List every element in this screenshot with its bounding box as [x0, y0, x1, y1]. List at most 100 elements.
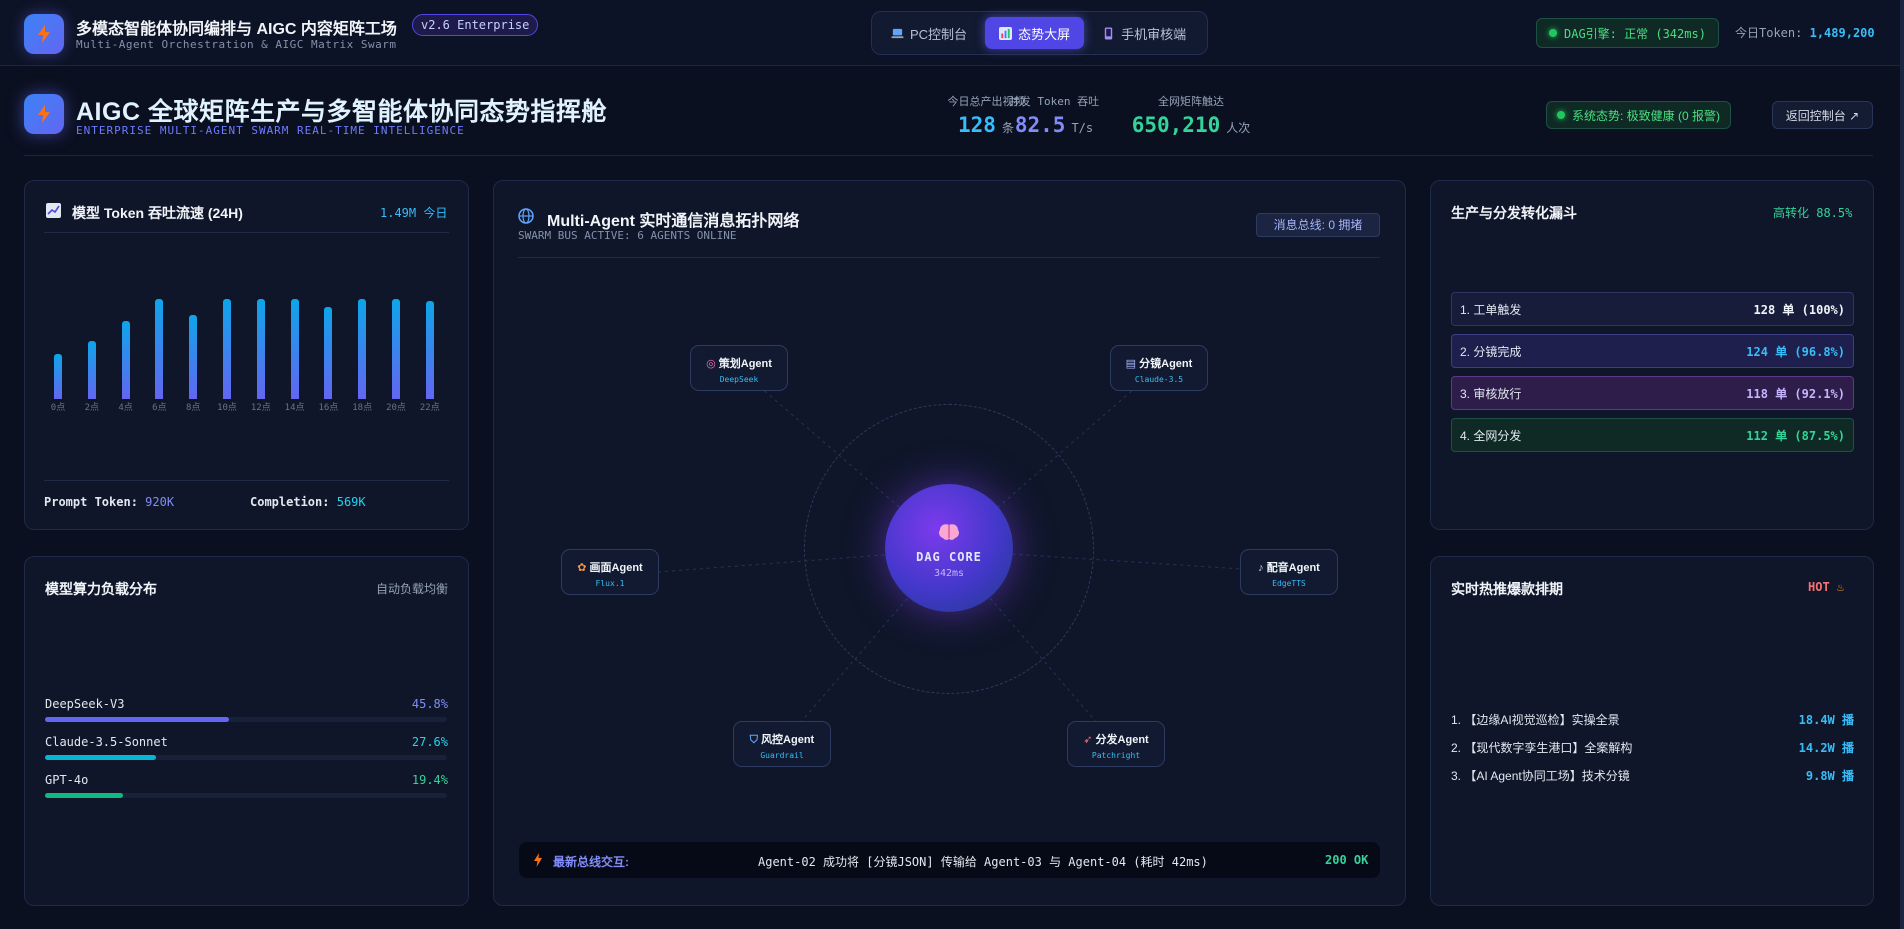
funnel-step-value: 124 单 (96.8%) [1746, 344, 1845, 359]
load-bar-track [45, 755, 447, 760]
chart-bar [121, 321, 130, 399]
chart-bar [392, 299, 400, 399]
completion-token-stat: Completion: 569K [250, 495, 366, 509]
bar-chart-icon [999, 26, 1013, 40]
tab-dashboard[interactable]: 态势大屏 [985, 17, 1085, 49]
chart-x-tick: 8点 [185, 403, 201, 413]
load-bar-track [45, 717, 447, 722]
load-model-pct: 45.8% [411, 697, 448, 711]
chart-x-tick: 0点 [50, 403, 66, 413]
hot-item-plays: 14.2W 播 [1798, 741, 1854, 755]
hot-item-title: 2. 【现代数字孪生港口】全案解构 [1451, 741, 1633, 755]
agent-node-image[interactable]: ✿ 画面Agent Flux.1 [561, 549, 659, 595]
load-model-name: Claude-3.5-Sonnet [45, 735, 168, 749]
chart-x-tick: 4点 [118, 403, 133, 413]
microphone-icon: ♪ [1258, 562, 1264, 574]
chart-bar [425, 301, 434, 399]
tab-label: 手机审核端 [1121, 26, 1187, 42]
agent-name-line: ⛉ 风控Agent [734, 731, 830, 747]
page-scrollbar[interactable] [1900, 0, 1904, 929]
app-title: 多模态智能体协同编排与 AIGC 内容矩阵工场 [76, 21, 397, 38]
header-divider [24, 155, 1873, 156]
funnel-step: 2. 分镜完成 124 单 (96.8%) [1451, 334, 1854, 368]
load-model-pct: 27.6% [411, 735, 448, 749]
agent-name: 分镜Agent [1139, 358, 1193, 370]
dashboard-logo [24, 94, 64, 134]
hot-badge: HOT ♨ [1808, 580, 1844, 594]
back-to-console-button[interactable]: 返回控制台 ↗ [1772, 101, 1873, 129]
dag-core-latency: 342ms [933, 568, 965, 579]
hot-item-plays: 18.4W 播 [1798, 713, 1854, 727]
view-switcher: PC控制台 态势大屏 手机审核端 [871, 11, 1208, 55]
lightning-icon [38, 105, 50, 123]
health-text: 系统态势: 极致健康 (0 报警) [1572, 108, 1721, 123]
app-subtitle: Multi-Agent Orchestration & AIGC Matrix … [76, 38, 397, 51]
agent-node-distribution[interactable]: ➶ 分发Agent Patchright [1067, 721, 1165, 767]
funnel-step-value: 128 单 (100%) [1753, 302, 1845, 317]
load-bar-fill [45, 755, 156, 760]
globe-icon [518, 208, 534, 224]
chart-x-tick: 10点 [217, 403, 237, 413]
agent-node-voice[interactable]: ♪ 配音Agent EdgeTTS [1240, 549, 1338, 595]
agent-name: 配音Agent [1266, 562, 1320, 574]
lightning-icon [534, 853, 542, 867]
agent-node-risk[interactable]: ⛉ 风控Agent Guardrail [733, 721, 831, 767]
kpi-unit: T/s [1071, 121, 1094, 135]
kpi-throughput: 并发 Token 吞吐 82.5 T/s [1006, 93, 1102, 137]
agent-node-planning[interactable]: ◎ 策划Agent DeepSeek [690, 345, 788, 391]
agent-model: Claude-3.5 [1134, 375, 1184, 384]
hot-item[interactable]: 1. 【边缘AI视觉巡检】实操全景 18.4W 播 [1451, 711, 1854, 728]
lightning-icon [38, 25, 50, 43]
hot-item-title: 3. 【AI Agent协同工场】技术分镜 [1451, 769, 1630, 783]
chart-x-tick: 2点 [84, 403, 99, 413]
agent-name: 风控Agent [761, 734, 815, 746]
agent-name-line: ♪ 配音Agent [1241, 559, 1337, 575]
agent-node-storyboard[interactable]: ▤ 分镜Agent Claude-3.5 [1110, 345, 1208, 391]
kpi-value-line: 82.5 T/s [1006, 113, 1102, 137]
panel-meta: 1.49M 今日 [380, 206, 448, 220]
agent-name: 策划Agent [718, 358, 772, 370]
chart-x-tick: 14点 [284, 403, 305, 413]
today-token-label: 今日Token: [1735, 26, 1803, 40]
chart-x-tick: 18点 [352, 403, 373, 413]
chart-x-tick: 20点 [386, 403, 406, 413]
kpi-label: 并发 Token 吞吐 [1008, 95, 1100, 108]
today-token: 今日Token: 1,489,200 [1735, 24, 1875, 41]
panel-meta: 自动负载均衡 [375, 582, 448, 596]
phone-icon [1104, 26, 1113, 40]
kpi-label: 全网矩阵触达 [1158, 96, 1224, 108]
load-bar-fill [45, 717, 230, 722]
load-model-name: GPT-4o [45, 773, 89, 787]
agent-name-line: ◎ 策划Agent [691, 355, 787, 371]
panel-meta: 高转化 88.5% [1773, 206, 1853, 220]
funnel-step: 1. 工单触发 128 单 (100%) [1451, 292, 1854, 326]
hot-item[interactable]: 3. 【AI Agent协同工场】技术分镜 9.8W 播 [1451, 767, 1854, 784]
panel-title: 生产与分发转化漏斗 [1451, 205, 1577, 221]
bus-event-message: Agent-02 成功将 [分镜JSON] 传输给 Agent-03 与 Age… [758, 855, 1208, 869]
chart-x-tick: 22点 [419, 403, 440, 413]
agent-name: 画面Agent [589, 562, 643, 574]
hot-item[interactable]: 2. 【现代数字孪生港口】全案解构 14.2W 播 [1451, 739, 1854, 756]
funnel-step-value: 112 单 (87.5%) [1746, 428, 1845, 443]
target-icon: ◎ [706, 358, 716, 370]
tab-mobile-review[interactable]: 手机审核端 [1088, 17, 1200, 49]
agent-model: EdgeTTS [1272, 579, 1306, 588]
chart-bar [358, 299, 367, 399]
tab-pc-console[interactable]: PC控制台 [877, 17, 981, 49]
agent-name-line: ➶ 分发Agent [1068, 731, 1164, 747]
swarm-bus-status: SWARM BUS ACTIVE: 6 AGENTS ONLINE [518, 229, 737, 242]
chart-icon [46, 203, 61, 218]
kpi-value: 128 [958, 113, 996, 137]
agent-model: Flux.1 [595, 579, 625, 588]
message-bus-badge: 消息总线: 0 拥堵 [1256, 213, 1380, 237]
prompt-token-value: 920K [145, 495, 175, 509]
load-bar-fill [45, 793, 123, 798]
funnel-step-label: 1. 工单触发 [1460, 302, 1522, 317]
tab-label: 态势大屏 [1018, 26, 1071, 42]
funnel-step: 4. 全网分发 112 单 (87.5%) [1451, 418, 1854, 452]
chart-bar [324, 307, 333, 399]
kpi-value-line: 650,210 人次 [1126, 113, 1256, 137]
hot-item-title: 1. 【边缘AI视觉巡检】实操全景 [1451, 713, 1620, 727]
chart-x-tick: 6点 [152, 403, 167, 413]
dag-core[interactable]: DAG CORE 342ms [885, 484, 1013, 612]
